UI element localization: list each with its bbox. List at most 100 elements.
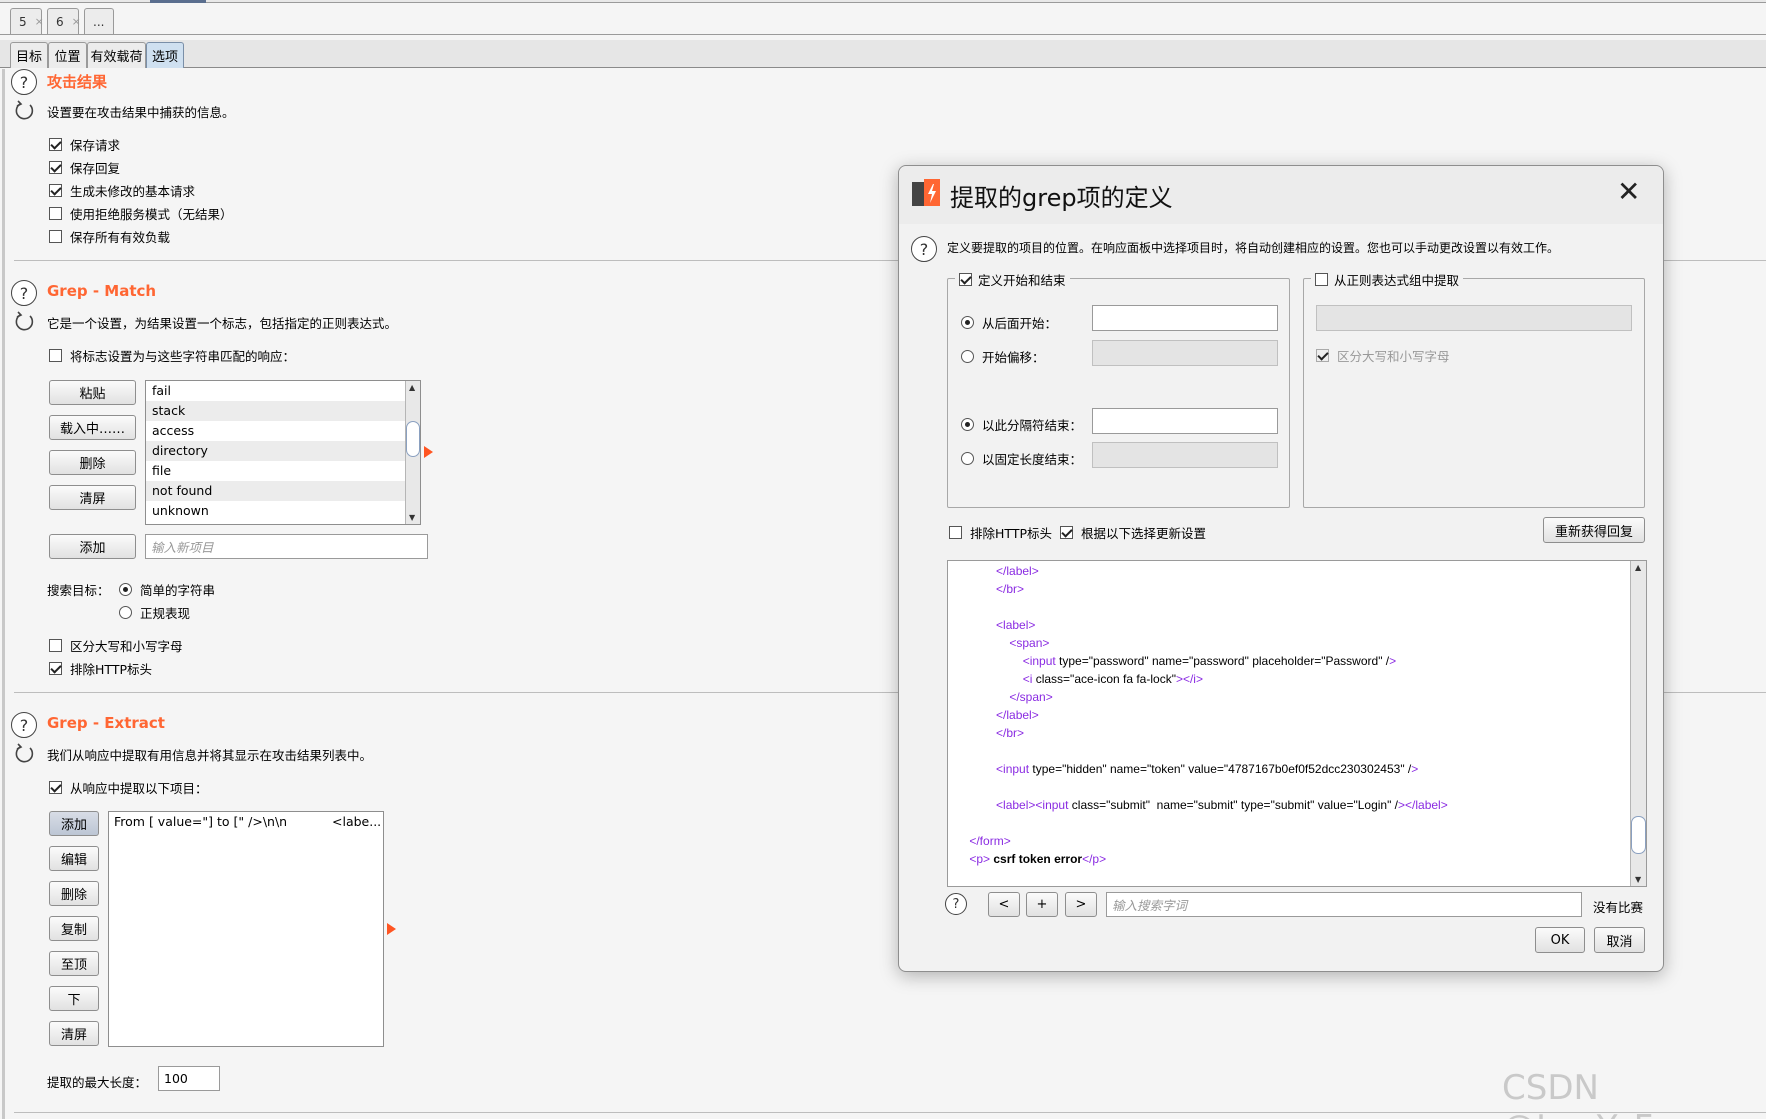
close-icon[interactable]: ✕	[1617, 176, 1640, 208]
add-match-button[interactable]: +	[1026, 892, 1058, 917]
extract-items-checkbox[interactable]: 从响应中提取以下项目：	[49, 778, 208, 797]
checkbox[interactable]	[49, 161, 62, 174]
refresh-icon[interactable]	[13, 743, 35, 765]
scrollbar[interactable]: ▲ ▼	[1630, 561, 1646, 886]
start-offset-radio[interactable]: 开始偏移：	[961, 347, 1045, 366]
simple-string-radio[interactable]: 简单的字符串	[119, 580, 215, 599]
checkbox[interactable]	[49, 138, 62, 151]
flag-match-checkbox[interactable]: 将标志设置为与这些字符串匹配的响应：	[49, 346, 295, 365]
remove-button[interactable]: 删除	[49, 450, 136, 475]
add-button[interactable]: 添加	[49, 811, 99, 836]
list-item[interactable]: file	[146, 461, 420, 481]
checkbox[interactable]	[49, 662, 62, 675]
exclude-http-headers-checkbox[interactable]: 排除HTTP标头	[949, 523, 1052, 542]
radio[interactable]	[119, 583, 132, 596]
list-item[interactable]: From [ value="] to [" />\n\n <labe...	[109, 812, 383, 832]
scrollbar[interactable]: ▲ ▼	[405, 381, 420, 524]
checkbox[interactable]	[49, 781, 62, 794]
response-code[interactable]: </label> </br> <label> <span> <input typ…	[956, 562, 1626, 868]
checkbox[interactable]	[1060, 526, 1073, 539]
remove-button[interactable]: 删除	[49, 881, 99, 906]
list-item[interactable]: unknown	[146, 501, 420, 521]
extract-items-list[interactable]: From [ value="] to [" />\n\n <labe...	[108, 811, 384, 1047]
clear-button[interactable]: 清屏	[49, 1021, 99, 1046]
checkbox[interactable]	[1315, 273, 1328, 286]
scroll-thumb[interactable]	[1631, 816, 1646, 854]
tab-5[interactable]: 5 ×	[10, 8, 44, 34]
save-responses-checkbox[interactable]: 保存回复	[49, 158, 120, 177]
scroll-down-icon[interactable]: ▼	[1635, 875, 1641, 884]
extract-regex-checkbox[interactable]: 从正则表达式组中提取	[1311, 270, 1464, 289]
end-delimiter-radio[interactable]: 以此分隔符结束：	[961, 415, 1082, 434]
add-button[interactable]: 添加	[49, 534, 136, 559]
refetch-response-button[interactable]: 重新获得回复	[1543, 517, 1645, 543]
help-icon[interactable]: ?	[945, 893, 967, 915]
scroll-thumb[interactable]	[406, 421, 420, 457]
expand-arrow-icon[interactable]	[387, 923, 396, 935]
define-start-end-checkbox[interactable]: 定义开始和结束	[955, 270, 1070, 289]
radio[interactable]	[119, 606, 132, 619]
end-delimiter-input[interactable]	[1092, 408, 1278, 434]
list-item[interactable]: stack	[146, 401, 420, 421]
paste-button[interactable]: 粘贴	[49, 380, 136, 405]
refresh-icon[interactable]	[13, 100, 35, 122]
match-strings-list[interactable]: fail stack access directory file not fou…	[145, 380, 421, 525]
cancel-button[interactable]: 取消	[1594, 927, 1645, 953]
radio[interactable]	[961, 452, 974, 465]
load-button[interactable]: 载入中……	[49, 415, 136, 440]
close-icon[interactable]: ×	[35, 15, 44, 28]
case-sensitive-checkbox[interactable]: 区分大写和小写字母	[49, 636, 183, 655]
tab-target[interactable]: 目标	[10, 42, 48, 68]
close-icon[interactable]: ×	[72, 15, 81, 28]
help-icon[interactable]: ?	[11, 69, 37, 95]
list-item[interactable]: directory	[146, 441, 420, 461]
copy-button[interactable]: 复制	[49, 916, 99, 941]
checkbox[interactable]	[49, 639, 62, 652]
scroll-up-icon[interactable]: ▲	[1635, 563, 1641, 572]
list-item[interactable]: fail	[146, 381, 420, 401]
checkbox[interactable]	[49, 184, 62, 197]
update-by-selection-checkbox[interactable]: 根据以下选择更新设置	[1060, 523, 1206, 542]
help-icon[interactable]: ?	[11, 712, 37, 738]
scrollbar[interactable]	[2, 69, 5, 1119]
tab-6[interactable]: 6 ×	[47, 8, 81, 34]
scroll-down-icon[interactable]: ▼	[409, 513, 415, 522]
expand-arrow-icon[interactable]	[424, 446, 433, 458]
list-item[interactable]: access	[146, 421, 420, 441]
edit-button[interactable]: 编辑	[49, 846, 99, 871]
regex-radio[interactable]: 正规表现	[119, 603, 190, 622]
tab-positions[interactable]: 位置	[48, 42, 87, 68]
tab-options[interactable]: 选项	[146, 42, 184, 68]
radio[interactable]	[961, 350, 974, 363]
list-item[interactable]: not found	[146, 481, 420, 501]
exclude-http-headers-checkbox[interactable]: 排除HTTP标头	[49, 659, 152, 678]
help-icon[interactable]: ?	[11, 280, 37, 306]
start-after-radio[interactable]: 从后面开始：	[961, 313, 1057, 332]
store-full-payloads-checkbox[interactable]: 保存所有有效负载	[49, 227, 170, 246]
ok-button[interactable]: OK	[1535, 927, 1585, 953]
checkbox[interactable]	[49, 349, 62, 362]
save-requests-checkbox[interactable]: 保存请求	[49, 135, 120, 154]
max-length-input[interactable]: 100	[158, 1066, 220, 1091]
previous-match-button[interactable]: <	[988, 892, 1020, 917]
tab-more[interactable]: ...	[84, 8, 114, 34]
start-after-input[interactable]	[1092, 305, 1278, 331]
refresh-icon[interactable]	[13, 311, 35, 333]
scroll-up-icon[interactable]: ▲	[409, 383, 415, 392]
end-fixed-length-radio[interactable]: 以固定长度结束：	[961, 449, 1082, 468]
radio[interactable]	[961, 316, 974, 329]
checkbox[interactable]	[49, 207, 62, 220]
checkbox[interactable]	[949, 526, 962, 539]
move-top-button[interactable]: 至顶	[49, 951, 99, 976]
dos-mode-checkbox[interactable]: 使用拒绝服务模式（无结果）	[49, 204, 233, 223]
radio[interactable]	[961, 418, 974, 431]
checkbox[interactable]	[49, 230, 62, 243]
help-icon[interactable]: ?	[911, 236, 937, 262]
search-input[interactable]: 输入搜索字词	[1106, 892, 1582, 917]
tab-payloads[interactable]: 有效载荷	[87, 42, 146, 68]
move-down-button[interactable]: 下	[49, 986, 99, 1011]
new-item-input[interactable]: 输入新项目	[145, 534, 428, 559]
response-viewer[interactable]: </label> </br> <label> <span> <input typ…	[947, 560, 1647, 887]
next-match-button[interactable]: >	[1065, 892, 1097, 917]
clear-button[interactable]: 清屏	[49, 485, 136, 510]
